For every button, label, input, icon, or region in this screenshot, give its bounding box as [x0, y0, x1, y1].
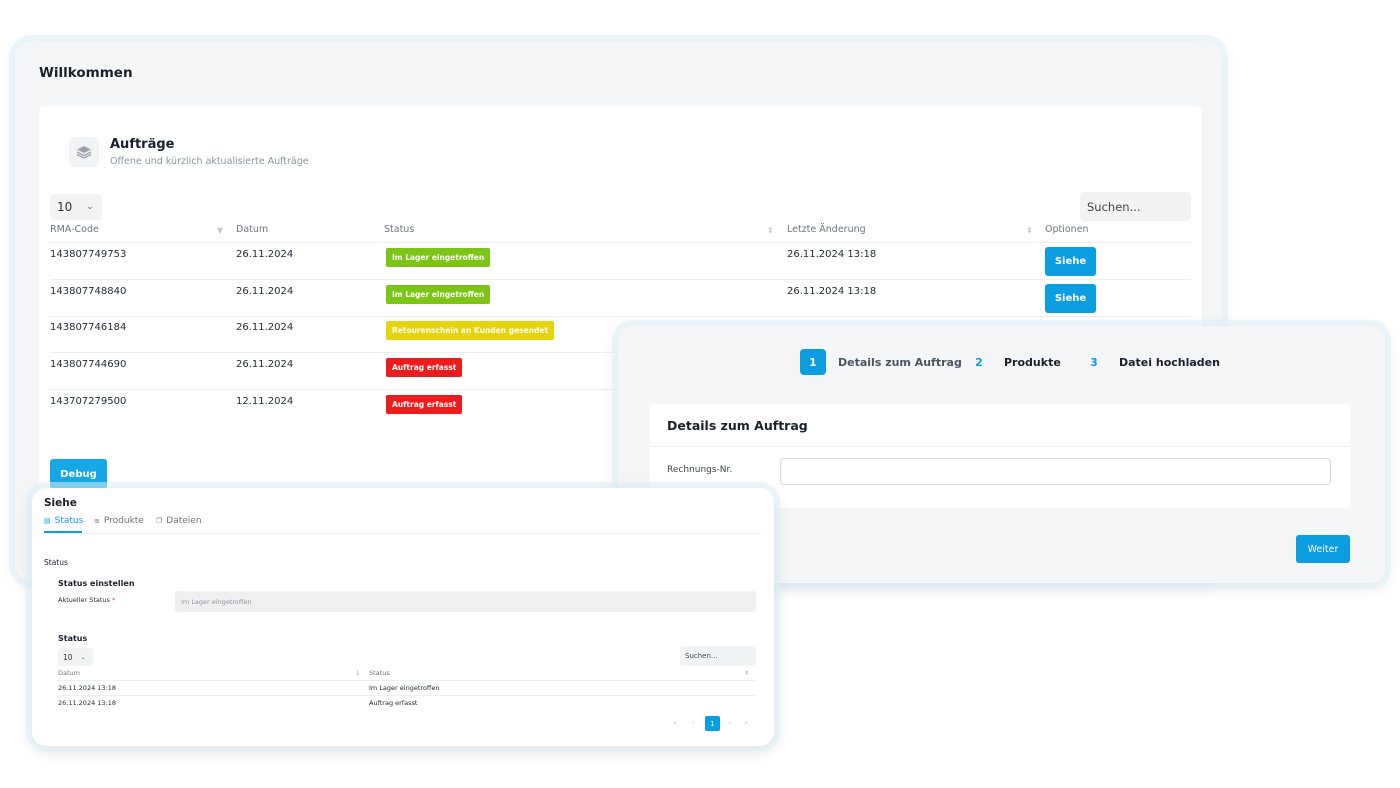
order-detail-dialog: Siehe ▤ Status ≡ Produkte ❐ Dateien Stat… — [32, 488, 774, 746]
order-date: 26.11.2024 — [236, 249, 294, 260]
label-text: Aktueller Status — [58, 596, 110, 604]
column-header-date[interactable]: Datum — [236, 224, 268, 235]
sort-icon[interactable]: ↓ — [355, 669, 360, 677]
tab-products[interactable]: ≡ Produkte — [94, 516, 144, 526]
row-divider — [58, 695, 756, 696]
page-size-select[interactable]: 10 ⌄ — [58, 648, 93, 666]
tab-status[interactable]: ▤ Status — [44, 516, 83, 526]
last-changed: 26.11.2024 13:18 — [787, 286, 877, 297]
order-date: 26.11.2024 — [236, 322, 294, 333]
status-badge: Auftrag erfasst — [386, 395, 463, 414]
files-icon: ❐ — [156, 517, 163, 525]
row-divider — [50, 316, 1191, 317]
rma-code: 143807746184 — [50, 322, 127, 333]
history-status: Im Lager eingetroffen — [369, 684, 440, 692]
step-label: Datei hochladen — [1119, 355, 1220, 369]
status-badge: Auftrag erfasst — [386, 358, 463, 377]
current-status-label: Aktueller Status * — [58, 596, 115, 604]
debug-button[interactable]: Debug — [50, 459, 107, 489]
order-date: 26.11.2024 — [236, 286, 294, 297]
page-1-button[interactable]: 1 — [705, 716, 720, 731]
step-label: Produkte — [1004, 355, 1061, 369]
orders-search-input[interactable]: Suchen... — [1080, 192, 1191, 221]
column-header-status[interactable]: Status — [369, 669, 390, 677]
history-date: 26.11.2024 13:18 — [58, 699, 117, 707]
column-header-date[interactable]: Datum — [58, 669, 80, 677]
prev-page-button[interactable]: ‹ — [692, 719, 695, 727]
sort-icon[interactable]: ⬍ — [1026, 226, 1033, 235]
page-size-value: 10 — [63, 652, 73, 662]
row-divider — [58, 680, 756, 681]
list-icon: ▤ — [44, 517, 51, 525]
chevron-down-icon: ⌄ — [80, 653, 86, 661]
filter-icon: ≡ — [94, 517, 100, 525]
orders-title: Aufträge — [110, 137, 175, 152]
page-size-select[interactable]: 10 ⌄ — [50, 194, 102, 220]
status-badge: Retourenschein an Kunden gesendet — [386, 321, 555, 340]
rma-code: 143807749753 — [50, 249, 127, 260]
status-history-title: Status — [58, 634, 88, 643]
page-title: Willkommen — [39, 65, 133, 81]
required-mark: * — [112, 596, 116, 604]
first-page-button[interactable]: « — [673, 719, 677, 727]
wizard-step-2[interactable]: 2 Produkte — [966, 349, 1061, 375]
step-label: Details zum Auftrag — [838, 355, 962, 369]
step-number: 2 — [975, 355, 983, 369]
next-button[interactable]: Weiter — [1296, 535, 1350, 563]
history-date: 26.11.2024 13:18 — [58, 684, 117, 692]
invoice-number-input[interactable] — [780, 458, 1331, 485]
page-size-value: 10 — [57, 200, 73, 214]
divider — [650, 446, 1350, 447]
column-header-changed[interactable]: Letzte Änderung — [787, 224, 866, 235]
invoice-number-label: Rechnungs-Nr. — [667, 465, 733, 475]
row-divider — [50, 279, 1191, 280]
step-number: 3 — [1090, 355, 1098, 369]
order-date: 26.11.2024 — [236, 359, 294, 370]
view-button[interactable]: Siehe — [1045, 284, 1096, 313]
history-status: Auftrag erfasst — [369, 699, 418, 707]
set-status-title: Status einstellen — [58, 579, 135, 588]
rma-code: 143807748840 — [50, 286, 127, 297]
sort-icon[interactable]: ▼ — [217, 226, 223, 235]
orders-subtitle: Offene und kürzlich aktualisierte Aufträ… — [110, 156, 309, 167]
row-divider — [50, 242, 1191, 243]
wizard-step-3[interactable]: 3 Datei hochladen — [1081, 349, 1220, 375]
order-date: 12.11.2024 — [236, 396, 294, 407]
active-tab-indicator — [44, 531, 82, 533]
tab-files[interactable]: ❐ Dateien — [156, 516, 202, 526]
dialog-title: Siehe — [44, 497, 77, 509]
layers-icon — [69, 137, 99, 167]
section-title: Status — [44, 558, 68, 567]
tabs-divider — [44, 533, 762, 534]
tab-label: Produkte — [103, 516, 144, 526]
last-changed: 26.11.2024 13:18 — [787, 249, 877, 260]
panel-title: Details zum Auftrag — [667, 418, 808, 433]
last-page-button[interactable]: » — [744, 719, 748, 727]
rma-code: 143707279500 — [50, 396, 127, 407]
tab-label: Status — [54, 516, 84, 526]
view-button[interactable]: Siehe — [1045, 247, 1096, 276]
column-header-rma[interactable]: RMA-Code — [50, 224, 99, 235]
sort-icon[interactable]: ⬍ — [744, 669, 749, 677]
current-status-field: Im Lager eingetroffen — [175, 591, 756, 612]
sort-icon[interactable]: ⬍ — [767, 226, 774, 235]
step-number: 1 — [800, 349, 826, 375]
next-page-button[interactable]: › — [729, 719, 732, 727]
column-header-status[interactable]: Status — [384, 224, 414, 235]
history-search-input[interactable]: Suchen... — [680, 646, 756, 666]
status-badge: Im Lager eingetroffen — [386, 285, 491, 304]
column-header-options: Optionen — [1045, 224, 1089, 235]
rma-code: 143807744690 — [50, 359, 127, 370]
tab-label: Dateien — [166, 516, 202, 526]
wizard-step-1[interactable]: 1 Details zum Auftrag — [800, 349, 962, 375]
chevron-down-icon: ⌄ — [86, 202, 94, 212]
status-badge: Im Lager eingetroffen — [386, 248, 491, 267]
